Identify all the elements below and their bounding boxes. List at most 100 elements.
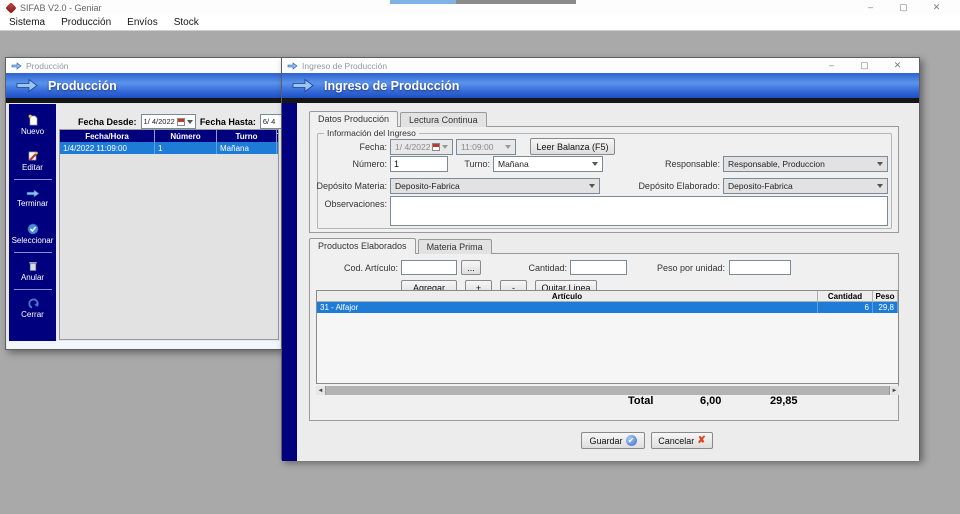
- window-ingreso-titlebar[interactable]: Ingreso de Producción – ▢ ✕: [282, 58, 919, 73]
- app-logo-icon: [5, 1, 17, 14]
- chevron-down-icon: [592, 162, 598, 166]
- trash-icon: [28, 262, 37, 271]
- app-window-controls: – ▢ ✕: [854, 2, 953, 13]
- deposito-elaborado-label: Depósito Elaborado:: [638, 181, 720, 191]
- banner-arrow-icon: [16, 78, 38, 93]
- maximize-button[interactable]: ▢: [848, 60, 881, 71]
- chevron-down-icon: [589, 184, 595, 188]
- top-progress-bar: [390, 0, 576, 4]
- leer-balanza-button[interactable]: Leer Balanza (F5): [530, 138, 615, 155]
- minimize-button[interactable]: –: [854, 2, 887, 13]
- seleccionar-button[interactable]: Seleccionar: [9, 216, 56, 252]
- col-peso[interactable]: Peso: [873, 291, 898, 302]
- window-produccion: Producción Producción Nuevo Editar Termi…: [5, 57, 282, 350]
- deposito-materia-label: Depósito Materia:: [316, 181, 387, 191]
- articulo-row-selected[interactable]: 31 - Alfajor 6 29,8: [317, 302, 898, 313]
- browse-label: ...: [467, 262, 475, 273]
- tab-datos-produccion[interactable]: Datos Producción: [309, 111, 399, 127]
- scrollbar-thumb[interactable]: [325, 386, 890, 395]
- anular-button[interactable]: Anular: [9, 253, 56, 289]
- articulos-table-header: Artículo Cantidad Peso: [317, 291, 898, 302]
- banner-arrow-icon: [292, 78, 314, 93]
- horizontal-scrollbar[interactable]: ◄ ►: [316, 386, 899, 395]
- seleccionar-label: Seleccionar: [11, 236, 54, 245]
- turno-select[interactable]: Mañana: [493, 156, 603, 172]
- col-numero[interactable]: Número: [155, 130, 217, 142]
- window-produccion-titlebar[interactable]: Producción: [6, 58, 281, 73]
- select-check-icon: [27, 223, 38, 235]
- guardar-button[interactable]: Guardar ✔: [581, 432, 645, 449]
- browse-articulo-button[interactable]: ...: [461, 260, 481, 275]
- deposito-elaborado-select[interactable]: Deposito-Fabrica: [723, 178, 888, 194]
- peso-por-unidad-input[interactable]: [729, 260, 791, 275]
- cell-articulo: 31 - Alfajor: [317, 302, 818, 313]
- cerrar-label: Cerrar: [21, 309, 44, 319]
- cell-fecha: 1/4/2022 11:09:00: [60, 142, 155, 154]
- produccion-banner: Producción: [6, 73, 281, 98]
- ingreso-body: Datos Producción Lectura Continua Inform…: [282, 103, 919, 461]
- fecha-hasta-picker[interactable]: 6/ 4: [259, 114, 281, 129]
- date-filter-row: Fecha Desde: 1/ 4/2022 Fecha Hasta: 6/ 4: [78, 114, 281, 129]
- terminar-button[interactable]: Terminar: [9, 180, 56, 216]
- window-bottom-strip: [7, 341, 280, 349]
- editar-button[interactable]: Editar: [9, 143, 56, 179]
- fecha-label: Fecha:: [359, 142, 387, 152]
- menu-sistema[interactable]: Sistema: [9, 17, 45, 28]
- hora-value: 11:09:00: [461, 142, 494, 152]
- close-button[interactable]: ✕: [920, 2, 953, 13]
- window-ingreso-produccion: Ingreso de Producción – ▢ ✕ Ingreso de P…: [281, 57, 920, 461]
- table-row-selected[interactable]: 1/4/2022 11:09:00 1 Mañana: [60, 142, 278, 154]
- produccion-body: Nuevo Editar Terminar Seleccionar Anular…: [6, 103, 281, 349]
- col-terminado[interactable]: Termi: [277, 130, 278, 142]
- col-fecha-hora[interactable]: Fecha/Hora: [60, 130, 155, 142]
- top-progress-bar-gray: [456, 0, 576, 4]
- info-group-legend: Información del Ingreso: [324, 128, 419, 138]
- tab-materia-prima[interactable]: Materia Prima: [417, 239, 492, 254]
- nuevo-label: Nuevo: [20, 127, 45, 136]
- menu-stock[interactable]: Stock: [174, 17, 199, 28]
- calendar-icon: [176, 117, 185, 126]
- cell-cantidad: 6: [818, 302, 873, 313]
- col-articulo[interactable]: Artículo: [317, 291, 818, 302]
- window-ingreso-title: Ingreso de Producción: [302, 60, 388, 71]
- chevron-down-icon: [186, 119, 193, 124]
- responsable-select[interactable]: Responsable, Produccion: [723, 156, 888, 172]
- cod-articulo-input[interactable]: [401, 260, 457, 275]
- new-document-icon: [28, 114, 37, 126]
- maximize-button[interactable]: ▢: [887, 2, 920, 13]
- fecha-desde-picker[interactable]: 1/ 4/2022: [140, 114, 196, 129]
- terminar-label: Terminar: [16, 198, 49, 208]
- cerrar-button[interactable]: Cerrar: [9, 290, 56, 326]
- anular-label: Anular: [20, 273, 45, 282]
- numero-input[interactable]: [390, 156, 448, 172]
- hora-picker-disabled[interactable]: 11:09:00: [456, 139, 516, 155]
- ingreso-banner-title: Ingreso de Producción: [324, 78, 460, 93]
- minimize-button[interactable]: –: [815, 60, 848, 71]
- ingreso-left-strip: [282, 103, 297, 461]
- nuevo-button[interactable]: Nuevo: [9, 107, 56, 143]
- chevron-down-icon: [442, 145, 448, 149]
- scroll-left-icon[interactable]: ◄: [316, 386, 325, 395]
- tab-lectura-continua[interactable]: Lectura Continua: [400, 112, 487, 127]
- chevron-down-icon: [877, 184, 883, 188]
- cell-turno: Mañana: [217, 142, 277, 154]
- observaciones-textarea[interactable]: [390, 196, 888, 226]
- scroll-right-icon[interactable]: ►: [890, 386, 899, 395]
- menu-envios[interactable]: Envíos: [127, 17, 158, 28]
- chevron-down-icon: [505, 145, 511, 149]
- col-cantidad[interactable]: Cantidad: [818, 291, 873, 302]
- menubar: Sistema Producción Envíos Stock: [0, 15, 960, 31]
- menu-produccion[interactable]: Producción: [61, 17, 111, 28]
- fecha-picker-disabled[interactable]: 1/ 4/2022: [390, 139, 453, 155]
- deposito-materia-value: Deposito-Fabrica: [395, 181, 460, 191]
- fecha-desde-value: 1/ 4/2022: [143, 117, 175, 126]
- fecha-hasta-value: 6/ 4: [262, 117, 276, 126]
- close-button[interactable]: ✕: [881, 60, 914, 71]
- leer-balanza-label: Leer Balanza (F5): [536, 141, 609, 152]
- cantidad-input[interactable]: [570, 260, 627, 275]
- calendar-icon: [432, 143, 440, 151]
- col-turno[interactable]: Turno: [217, 130, 277, 142]
- cancelar-button[interactable]: Cancelar ✘: [651, 432, 713, 449]
- deposito-materia-select[interactable]: Deposito-Fabrica: [390, 178, 600, 194]
- tab-productos-elaborados[interactable]: Productos Elaborados: [309, 238, 416, 254]
